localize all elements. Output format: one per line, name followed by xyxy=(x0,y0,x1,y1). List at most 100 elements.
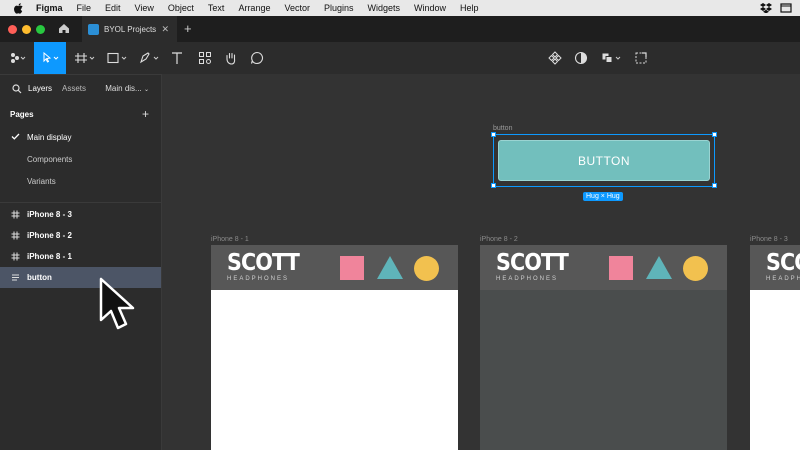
pages-title: Pages xyxy=(10,109,34,119)
layer-label: iPhone 8 - 2 xyxy=(27,231,72,240)
create-component-button[interactable] xyxy=(544,42,566,74)
layer-label: iPhone 8 - 3 xyxy=(27,210,72,219)
logo-text: SCOTT xyxy=(496,250,569,276)
logo-subtext: HEADPHONES xyxy=(496,276,559,282)
menu-file[interactable]: File xyxy=(77,3,92,13)
frame-icon xyxy=(11,231,20,240)
tab-layers[interactable]: Layers xyxy=(28,84,52,93)
scott-logo: SCOTT HEADPHONES xyxy=(227,251,307,282)
menu-text[interactable]: Text xyxy=(208,3,225,13)
comment-tool-button[interactable] xyxy=(246,42,268,74)
add-page-button[interactable]: + xyxy=(142,107,149,121)
iphone-frame-3[interactable]: SCOTT HEADPHONES xyxy=(750,245,800,450)
auto-layout-icon xyxy=(12,274,19,281)
tab-bar: BYOL Projects ✕ + xyxy=(0,16,800,42)
resources-icon xyxy=(199,52,211,64)
canvas[interactable]: button BUTTON Hug × Hug iPhone 8 - 1 SCO… xyxy=(162,74,800,450)
menu-widgets[interactable]: Widgets xyxy=(368,3,401,13)
new-tab-button[interactable]: + xyxy=(184,21,192,36)
pink-square xyxy=(340,256,364,280)
toolbar xyxy=(0,42,800,74)
window-icon[interactable] xyxy=(780,3,792,13)
layer-label: iPhone 8 - 1 xyxy=(27,252,72,261)
page-item-main-display[interactable]: Main display xyxy=(0,126,161,148)
mask-icon xyxy=(574,51,588,65)
frame-tool-button[interactable] xyxy=(72,42,98,74)
minimize-window-button[interactable] xyxy=(22,25,31,34)
resize-handle-bottom-right[interactable] xyxy=(712,183,717,188)
resize-handle-bottom-left[interactable] xyxy=(491,183,496,188)
boolean-groups-button[interactable] xyxy=(598,42,626,74)
shape-tool-button[interactable] xyxy=(104,42,130,74)
teal-triangle xyxy=(646,256,672,279)
pen-tool-button[interactable] xyxy=(136,42,162,74)
menu-vector[interactable]: Vector xyxy=(284,3,310,13)
zoom-window-button[interactable] xyxy=(36,25,45,34)
mouse-cursor-icon xyxy=(99,277,135,330)
button-component[interactable]: BUTTON xyxy=(498,140,710,181)
logo-subtext: HEADPHONES xyxy=(227,276,290,282)
figma-menu-icon xyxy=(11,53,26,63)
phone-body xyxy=(211,290,458,450)
figma-file-icon xyxy=(88,23,99,35)
teal-triangle xyxy=(377,256,403,279)
menu-plugins[interactable]: Plugins xyxy=(324,3,354,13)
page-label: Main display xyxy=(27,132,72,142)
phone-header: SCOTT HEADPHONES xyxy=(211,245,458,290)
logo-subtext: HEADPHONES xyxy=(766,276,800,282)
close-window-button[interactable] xyxy=(8,25,17,34)
menu-arrange[interactable]: Arrange xyxy=(238,3,270,13)
boolean-icon xyxy=(602,53,621,63)
layer-iphone-8-1[interactable]: iPhone 8 - 1 xyxy=(0,246,161,267)
frame-label[interactable]: iPhone 8 - 2 xyxy=(480,236,518,243)
resize-handle-top-right[interactable] xyxy=(712,132,717,137)
menu-object[interactable]: Object xyxy=(168,3,194,13)
text-tool-button[interactable] xyxy=(166,42,188,74)
button-frame-label[interactable]: button xyxy=(493,125,512,132)
home-icon[interactable] xyxy=(58,23,70,34)
move-tool-button[interactable] xyxy=(34,42,66,74)
frame-label[interactable]: iPhone 8 - 1 xyxy=(211,236,249,243)
iphone-frame-2[interactable]: SCOTT HEADPHONES xyxy=(480,245,727,450)
menu-view[interactable]: View xyxy=(135,3,154,13)
layers-panel: Layers Assets Main dis... ⌄ Pages + Main… xyxy=(0,74,162,450)
phone-header: SCOTT HEADPHONES xyxy=(750,245,800,290)
page-item-components[interactable]: Components xyxy=(0,148,161,170)
iphone-frame-1[interactable]: SCOTT HEADPHONES xyxy=(211,245,458,450)
menu-app-name[interactable]: Figma xyxy=(36,3,63,13)
dropbox-icon[interactable] xyxy=(760,3,772,13)
hug-size-badge: Hug × Hug xyxy=(583,192,623,201)
pink-square xyxy=(609,256,633,280)
mask-button[interactable] xyxy=(570,42,592,74)
component-icon xyxy=(548,51,562,65)
layer-iphone-8-2[interactable]: iPhone 8 - 2 xyxy=(0,225,161,246)
menu-help[interactable]: Help xyxy=(460,3,479,13)
pen-tool-icon xyxy=(140,52,159,64)
resize-handle-top-left[interactable] xyxy=(491,132,496,137)
apple-icon[interactable] xyxy=(12,2,26,14)
comment-icon xyxy=(250,51,263,65)
page-selector[interactable]: Main dis... ⌄ xyxy=(105,84,149,93)
main-menu-button[interactable] xyxy=(4,42,32,74)
close-tab-icon[interactable]: ✕ xyxy=(161,24,169,35)
menu-bar: Figma File Edit View Object Text Arrange… xyxy=(0,0,800,16)
hand-tool-button[interactable] xyxy=(220,42,242,74)
phone-body xyxy=(750,290,800,450)
menu-window[interactable]: Window xyxy=(414,3,446,13)
page-item-variants[interactable]: Variants xyxy=(0,170,161,192)
file-tab[interactable]: BYOL Projects ✕ xyxy=(82,16,177,42)
crop-icon xyxy=(635,52,647,64)
yellow-circle xyxy=(414,256,439,281)
phone-body xyxy=(480,290,727,450)
layer-iphone-8-3[interactable]: iPhone 8 - 3 xyxy=(0,204,161,225)
search-icon[interactable] xyxy=(12,83,22,94)
frame-label[interactable]: iPhone 8 - 3 xyxy=(750,236,788,243)
check-icon xyxy=(11,133,20,140)
resources-button[interactable] xyxy=(194,42,216,74)
page-label: Variants xyxy=(27,176,56,186)
tab-assets[interactable]: Assets xyxy=(62,84,86,93)
layer-label: button xyxy=(27,273,52,282)
menu-edit[interactable]: Edit xyxy=(105,3,121,13)
button-component-text: BUTTON xyxy=(577,153,631,168)
crop-image-button[interactable] xyxy=(630,42,652,74)
